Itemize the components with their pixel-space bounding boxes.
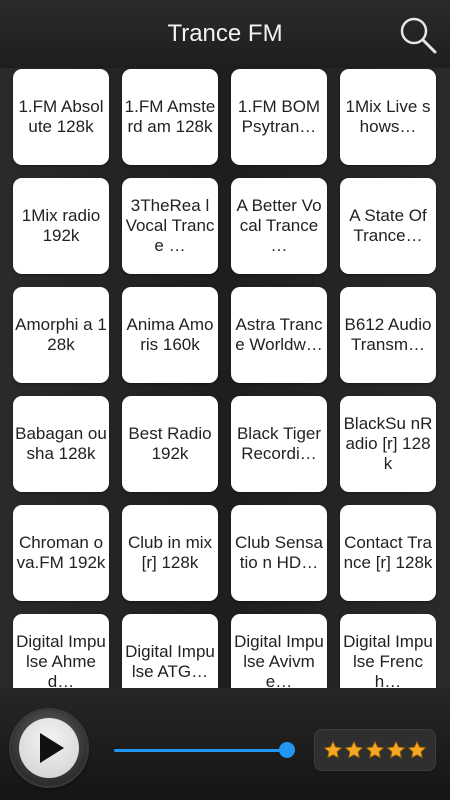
station-name: Club Sensatio n HD…: [235, 533, 323, 572]
station-name: 1.FM BOM Psytran…: [237, 97, 321, 136]
star-icon: [344, 740, 364, 759]
station-name: 1Mix radio 192k: [21, 206, 101, 245]
station-tile[interactable]: A Better Vocal Trance …: [231, 178, 327, 274]
station-tile[interactable]: Anima Amoris 160k: [122, 287, 218, 383]
station-name: Digital Impulse ATG…: [125, 642, 215, 681]
station-tile[interactable]: 1.FM Absolute 128k: [13, 69, 109, 165]
play-button-face: [19, 718, 79, 778]
play-icon: [40, 733, 64, 763]
app-header: Trance FM: [0, 0, 450, 68]
station-tile[interactable]: Contact Trance [r] 128k: [340, 505, 436, 601]
station-name: Club in mix [r] 128k: [127, 533, 213, 572]
station-tile[interactable]: 3TheRea l Vocal Trance …: [122, 178, 218, 274]
station-name: Best Radio 192k: [128, 424, 212, 463]
station-name: A State Of Trance…: [349, 206, 427, 245]
station-name: A Better Vocal Trance …: [236, 196, 322, 255]
station-tile[interactable]: Club Sensatio n HD…: [231, 505, 327, 601]
station-name: B612 Audio Transm…: [344, 315, 432, 354]
app-title: Trance FM: [167, 20, 283, 47]
station-name: Anima Amoris 160k: [126, 315, 214, 354]
station-name: 3TheRea l Vocal Trance …: [125, 196, 215, 255]
station-tile[interactable]: Black Tiger Recordi…: [231, 396, 327, 492]
station-name: Digital Impulse Avivme…: [234, 632, 324, 688]
play-button[interactable]: [11, 710, 87, 786]
station-name: 1.FM Amsterd am 128k: [124, 97, 216, 136]
station-name: Digital Impulse Ahmed…: [16, 632, 106, 688]
station-tile[interactable]: 1Mix Live shows…: [340, 69, 436, 165]
star-icon: [407, 740, 427, 759]
station-name: Digital Impulse French…: [343, 632, 433, 688]
search-icon: [400, 17, 437, 54]
station-tile[interactable]: 1.FM BOM Psytran…: [231, 69, 327, 165]
station-tile[interactable]: 1Mix radio 192k: [13, 178, 109, 274]
station-tile[interactable]: Babagan ousha 128k: [13, 396, 109, 492]
station-tile[interactable]: Digital Impulse Avivme…: [231, 614, 327, 688]
station-tile[interactable]: Chroman ova.FM 192k: [13, 505, 109, 601]
volume-slider-knob[interactable]: [279, 742, 295, 758]
station-tile[interactable]: Best Radio 192k: [122, 396, 218, 492]
station-tile[interactable]: Digital Impulse French…: [340, 614, 436, 688]
station-tile[interactable]: Amorphi a 128k: [13, 287, 109, 383]
volume-slider[interactable]: [114, 749, 287, 752]
station-tile[interactable]: Astra Trance Worldw…: [231, 287, 327, 383]
star-icon: [323, 740, 343, 759]
station-tile[interactable]: B612 Audio Transm…: [340, 287, 436, 383]
station-name: Black Tiger Recordi…: [236, 424, 322, 463]
station-tile[interactable]: 1.FM Amsterd am 128k: [122, 69, 218, 165]
station-tile[interactable]: Digital Impulse ATG…: [122, 614, 218, 688]
station-name: BlackSu nRadio [r] 128k: [343, 414, 433, 473]
station-name: 1Mix Live shows…: [345, 97, 431, 136]
station-name: Babagan ousha 128k: [15, 424, 107, 463]
station-grid[interactable]: 1.FM Absolute 128k 1.FM Amsterd am 128k …: [0, 68, 450, 688]
station-name: Contact Trance [r] 128k: [343, 533, 433, 572]
rate-app-button[interactable]: [314, 729, 436, 771]
star-icon: [386, 740, 406, 759]
search-button[interactable]: [398, 15, 438, 55]
station-tile[interactable]: BlackSu nRadio [r] 128k: [340, 396, 436, 492]
station-name: Chroman ova.FM 192k: [16, 533, 106, 572]
station-tile[interactable]: A State Of Trance…: [340, 178, 436, 274]
station-name: Astra Trance Worldw…: [235, 315, 323, 354]
star-icon: [365, 740, 385, 759]
station-name: 1.FM Absolute 128k: [18, 97, 104, 136]
station-tile[interactable]: Club in mix [r] 128k: [122, 505, 218, 601]
station-name: Amorphi a 128k: [15, 315, 107, 354]
station-tile[interactable]: Digital Impulse Ahmed…: [13, 614, 109, 688]
